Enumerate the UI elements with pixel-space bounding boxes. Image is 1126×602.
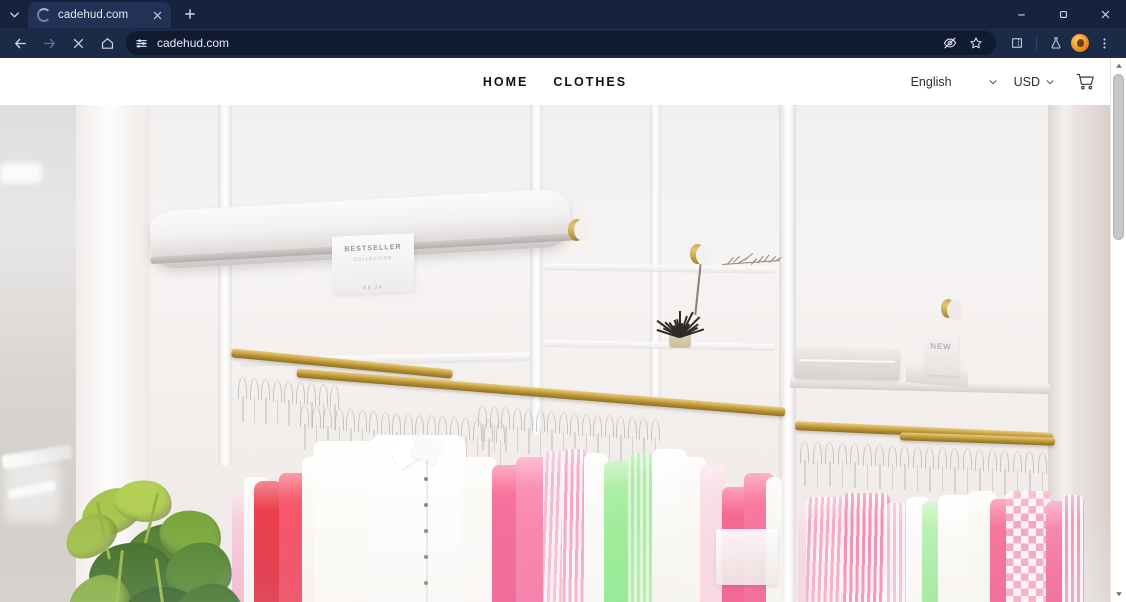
tab-strip: cadehud.com xyxy=(0,0,1126,28)
forward-icon[interactable] xyxy=(35,30,63,56)
shirt-detail xyxy=(370,435,466,602)
three-dot-menu-icon[interactable] xyxy=(1090,30,1118,56)
star-icon[interactable] xyxy=(964,30,988,56)
header-right-controls: English USD xyxy=(911,71,1096,92)
profile-avatar[interactable] xyxy=(1071,34,1089,52)
foreground-plant xyxy=(62,480,262,602)
minimize-button[interactable] xyxy=(1000,0,1042,28)
site-header: HOME CLOTHES English USD xyxy=(0,58,1110,105)
nav-link-clothes[interactable]: CLOTHES xyxy=(553,75,627,89)
back-icon[interactable] xyxy=(6,30,34,56)
hero-banner-image[interactable]: BESTSELLER COLLECTION SS 24 NEW xyxy=(0,105,1110,602)
stop-loading-icon[interactable] xyxy=(64,30,92,56)
language-selector[interactable]: English xyxy=(911,75,998,89)
page-viewport: HOME CLOTHES English USD BESTSELLER COLL… xyxy=(0,58,1126,602)
hanging-garment xyxy=(938,495,972,602)
window-controls xyxy=(1000,0,1126,28)
loading-spinner-favicon xyxy=(37,8,51,22)
nav-link-home[interactable]: HOME xyxy=(483,75,529,89)
eye-crossed-icon[interactable] xyxy=(938,30,962,56)
scrollbar-thumb[interactable] xyxy=(1113,74,1124,240)
display-accessory xyxy=(716,529,778,585)
new-tab-button[interactable] xyxy=(177,1,203,27)
scrollbar-track[interactable] xyxy=(1111,74,1126,586)
tab-search-container xyxy=(0,0,28,28)
hanging-garment xyxy=(1062,495,1084,602)
toolbar-actions xyxy=(1003,30,1120,56)
scroll-up-button[interactable] xyxy=(1111,58,1126,74)
tab-title: cadehud.com xyxy=(58,9,142,21)
close-icon[interactable] xyxy=(149,7,165,23)
browser-toolbar: cadehud.com xyxy=(0,28,1126,58)
close-window-button[interactable] xyxy=(1084,0,1126,28)
scroll-down-button[interactable] xyxy=(1111,586,1126,602)
browser-window: cadehud.com cadehud.com HOME CLOTHES Eng… xyxy=(0,0,1126,602)
omnibox-actions xyxy=(938,30,988,56)
url-text: cadehud.com xyxy=(157,36,229,50)
maximize-button[interactable] xyxy=(1042,0,1084,28)
side-panel-icon[interactable] xyxy=(1003,30,1031,56)
hanging-garment xyxy=(462,457,496,602)
language-value: English xyxy=(911,75,952,89)
chevron-down-icon xyxy=(1045,77,1055,87)
page-scrollbar[interactable] xyxy=(1110,58,1126,602)
chevron-down-icon xyxy=(988,77,998,87)
home-icon[interactable] xyxy=(93,30,121,56)
flask-icon[interactable] xyxy=(1042,30,1070,56)
shopping-cart-icon[interactable] xyxy=(1075,71,1096,92)
toolbar-divider xyxy=(1036,36,1037,51)
tune-sliders-icon[interactable] xyxy=(131,33,151,53)
currency-value: USD xyxy=(1014,75,1040,89)
tab-search-icon[interactable] xyxy=(3,4,25,24)
hanging-garment xyxy=(842,493,890,602)
currency-selector[interactable]: USD xyxy=(1014,75,1055,89)
address-bar[interactable]: cadehud.com xyxy=(126,31,996,55)
browser-tab[interactable]: cadehud.com xyxy=(28,2,171,28)
